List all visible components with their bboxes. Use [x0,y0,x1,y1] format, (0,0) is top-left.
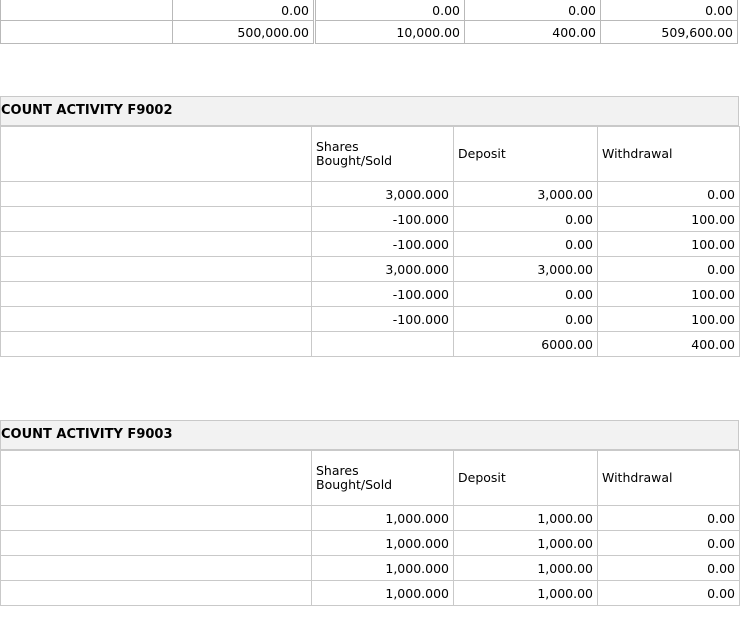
column-header: Shares Bought/Sold [311,450,454,506]
table-row: -100.000 0.00 100.00 [0,231,740,257]
withdrawal-cell: 100.00 [597,231,740,257]
summary-cell: 0.00 [172,0,316,21]
withdrawal-cell: 100.00 [597,306,740,332]
table-row: 6000.00 400.00 [0,331,740,357]
table-row: -100.000 0.00 100.00 [0,206,740,232]
summary-cell [0,0,173,21]
summary-cell: 0.00 [464,0,601,21]
description-cell [0,206,312,232]
deposit-cell: 3,000.00 [453,256,598,282]
shares-cell: 1,000.000 [311,530,454,556]
withdrawal-cell: 0.00 [597,580,740,606]
description-cell [0,580,312,606]
description-cell [0,256,312,282]
table-row: 1,000.000 1,000.00 0.00 [0,555,740,581]
deposit-cell: 0.00 [453,231,598,257]
description-cell [0,555,312,581]
column-header: Deposit [453,126,598,182]
description-cell [0,530,312,556]
description-cell [0,331,312,357]
deposit-cell: 1,000.00 [453,530,598,556]
summary-row: 500,000.00 10,000.00 400.00 509,600.00 [0,20,738,44]
deposit-cell: 0.00 [453,281,598,307]
table-row: 3,000.000 3,000.00 0.00 [0,256,740,282]
shares-cell: 1,000.000 [311,505,454,531]
table-row: 3,000.000 3,000.00 0.00 [0,181,740,207]
summary-cell [0,20,173,44]
summary-cell: 0.00 [314,0,465,21]
section-header-f9003: COUNT ACTIVITY F9003 [0,420,739,450]
withdrawal-cell: 0.00 [597,256,740,282]
activity-table-f9003: Shares Bought/Sold Deposit Withdrawal 1,000… [0,450,740,606]
withdrawal-cell: 0.00 [597,505,740,531]
withdrawal-cell: 100.00 [597,206,740,232]
table-row: 1,000.000 1,000.00 0.00 [0,580,740,606]
summary-cell: 509,600.00 [600,20,738,44]
deposit-cell: 1,000.00 [453,580,598,606]
summary-cell: 0.00 [600,0,738,21]
withdrawal-cell: 100.00 [597,281,740,307]
shares-cell: -100.000 [311,281,454,307]
deposit-cell: 6000.00 [453,331,598,357]
deposit-cell: 0.00 [453,306,598,332]
shares-cell: -100.000 [311,206,454,232]
shares-cell: 3,000.000 [311,256,454,282]
description-cell [0,231,312,257]
summary-row: 0.00 0.00 0.00 0.00 [0,0,738,21]
column-header: Withdrawal [597,126,740,182]
withdrawal-cell: 400.00 [597,331,740,357]
column-header [0,450,312,506]
deposit-cell: 3,000.00 [453,181,598,207]
withdrawal-cell: 0.00 [597,181,740,207]
withdrawal-cell: 0.00 [597,555,740,581]
description-cell [0,505,312,531]
summary-cell: 500,000.00 [172,20,316,44]
shares-cell [311,331,454,357]
header-row: Shares Bought/Sold Deposit Withdrawal [0,126,740,182]
column-header: Deposit [453,450,598,506]
column-header [0,126,312,182]
shares-cell: 1,000.000 [311,580,454,606]
table-row: 1,000.000 1,000.00 0.00 [0,530,740,556]
deposit-cell: 1,000.00 [453,505,598,531]
summary-cell: 400.00 [464,20,601,44]
shares-cell: 3,000.000 [311,181,454,207]
deposit-cell: 1,000.00 [453,555,598,581]
column-header: Withdrawal [597,450,740,506]
section-header-f9002: COUNT ACTIVITY F9002 [0,96,739,126]
activity-table-f9002: Shares Bought/Sold Deposit Withdrawal 3,000… [0,126,740,357]
summary-cell: 10,000.00 [314,20,465,44]
shares-cell: -100.000 [311,231,454,257]
shares-cell: 1,000.000 [311,555,454,581]
header-row: Shares Bought/Sold Deposit Withdrawal [0,450,740,506]
description-cell [0,181,312,207]
table-row: -100.000 0.00 100.00 [0,306,740,332]
shares-cell: -100.000 [311,306,454,332]
table-row: 1,000.000 1,000.00 0.00 [0,505,740,531]
description-cell [0,306,312,332]
deposit-cell: 0.00 [453,206,598,232]
description-cell [0,281,312,307]
column-header: Shares Bought/Sold [311,126,454,182]
summary-table: 0.00 0.00 0.00 0.00 500,000.00 10,000.00… [0,0,738,44]
withdrawal-cell: 0.00 [597,530,740,556]
table-row: -100.000 0.00 100.00 [0,281,740,307]
